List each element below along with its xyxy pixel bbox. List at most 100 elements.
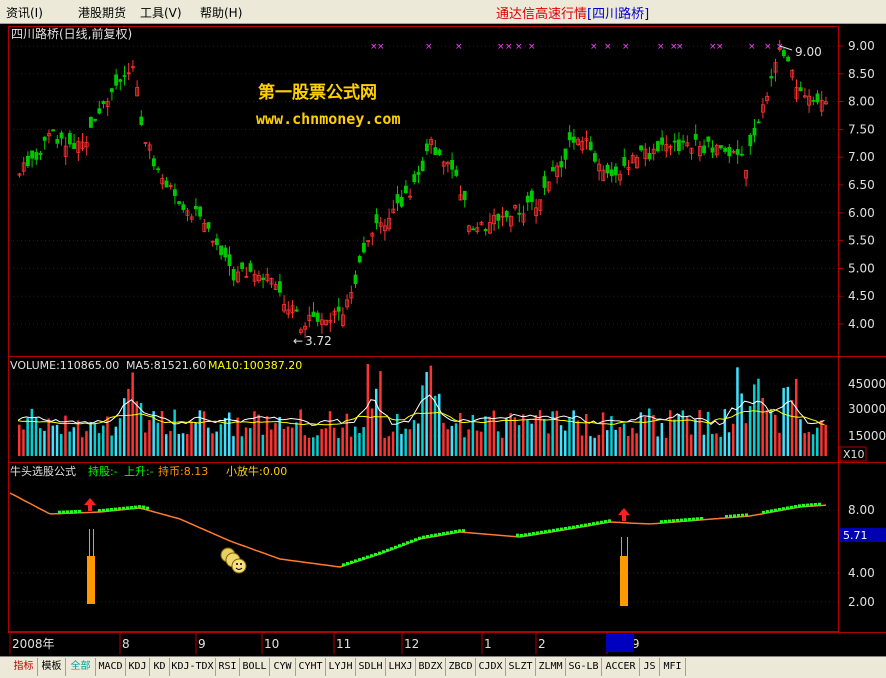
- time-label: 2008年: [12, 637, 55, 651]
- tab-mfi[interactable]: MFI: [660, 658, 686, 676]
- volume-bar: [240, 436, 244, 456]
- menu-hk-futures[interactable]: 港股期货: [78, 4, 126, 21]
- hold-segment-dot: [745, 513, 748, 517]
- menu-help[interactable]: 帮助(H): [200, 4, 242, 21]
- tab-cyw[interactable]: CYW: [270, 658, 296, 676]
- candle-body: [588, 141, 593, 151]
- hold-segment-dot: [438, 532, 441, 536]
- candle-body: [647, 153, 652, 160]
- volume-bar: [404, 428, 407, 456]
- volume-bar: [81, 437, 84, 456]
- hold-segment-dot: [430, 534, 433, 538]
- hold-segment-dot: [370, 554, 373, 558]
- tab-boll[interactable]: BOLL: [240, 658, 270, 676]
- volume-bar: [186, 434, 189, 456]
- volume-bar: [622, 423, 626, 456]
- candle-body: [517, 212, 522, 215]
- hold-segment-dot: [660, 520, 663, 524]
- signal-wick-right-2: [627, 537, 628, 559]
- tab--[interactable]: 指标: [10, 658, 38, 676]
- volume-bar: [72, 427, 76, 456]
- candle-body: [395, 194, 400, 204]
- hold-segment-dot: [74, 510, 77, 514]
- candle-body: [231, 269, 236, 281]
- tab--[interactable]: 模板: [38, 658, 66, 676]
- volume-bar: [102, 425, 105, 456]
- menu-tools[interactable]: 工具(V): [140, 4, 182, 21]
- volume-bar: [165, 434, 168, 456]
- indicator-hold-label: 持股:-: [88, 464, 118, 478]
- candle-body: [403, 185, 408, 194]
- candle-body: [110, 88, 114, 93]
- tab-sdlh[interactable]: SDLH: [356, 658, 386, 676]
- volume-bar: [223, 417, 227, 456]
- time-label: 11: [336, 637, 351, 651]
- hold-segment-dot: [418, 536, 421, 540]
- menu-info[interactable]: 资讯(I): [6, 4, 43, 21]
- tab-rsi[interactable]: RSI: [216, 658, 240, 676]
- hold-segment-dot: [608, 519, 611, 523]
- tab-cyht[interactable]: CYHT: [296, 658, 326, 676]
- candle-body: [30, 150, 35, 159]
- hold-segment-dot: [434, 533, 437, 537]
- volume-bar: [400, 433, 403, 456]
- tab-kd[interactable]: KD: [150, 658, 170, 676]
- candle-body: [563, 148, 568, 160]
- candle-body: [72, 143, 76, 150]
- signal-marker: ×: [497, 42, 505, 52]
- hold-segment-dot: [446, 531, 449, 535]
- hold-segment-dot: [741, 513, 744, 517]
- hold-segment-dot: [342, 563, 345, 567]
- tab-lhxj[interactable]: LHXJ: [386, 658, 416, 676]
- candle-body: [55, 139, 60, 144]
- candle-body: [567, 132, 572, 141]
- candle-body: [471, 228, 476, 231]
- volume-bar: [156, 422, 160, 456]
- hold-segment-dot: [814, 503, 817, 506]
- candle-body: [437, 149, 442, 155]
- tab-macd[interactable]: MACD: [96, 658, 126, 676]
- tab-kdj[interactable]: KDJ: [126, 658, 150, 676]
- tab-bdzx[interactable]: BDZX: [416, 658, 446, 676]
- tab-slzt[interactable]: SLZT: [506, 658, 536, 676]
- volume-bar: [492, 410, 496, 456]
- volume-bar: [534, 414, 538, 456]
- hold-segment-dot: [733, 514, 736, 518]
- volume-bar: [635, 433, 638, 456]
- candle-body: [735, 149, 740, 155]
- price-tick-label: 5.50: [848, 234, 875, 248]
- price-tick-label: 4.00: [848, 317, 875, 331]
- tab-zbcd[interactable]: ZBCD: [446, 658, 476, 676]
- candle-body: [525, 195, 530, 203]
- candle-body: [219, 245, 224, 256]
- candle-body: [719, 145, 723, 149]
- tab-lyjh[interactable]: LYJH: [326, 658, 356, 676]
- candle-body: [38, 152, 43, 155]
- volume-bar: [774, 414, 777, 456]
- candle-body: [693, 133, 698, 140]
- tab-kdj-tdx[interactable]: KDJ-TDX: [170, 658, 216, 676]
- volume-bar: [110, 435, 113, 456]
- signal-wick-left: [89, 529, 90, 559]
- hold-segment-dot: [766, 510, 769, 514]
- tab-cjdx[interactable]: CJDX: [476, 658, 506, 676]
- tab--[interactable]: 全部: [66, 658, 96, 676]
- volume-bar: [580, 435, 584, 456]
- chart-area[interactable]: 9.00 8.50 8.00 7.50 7.00 6.50 6.00 5.50 5.00 4.50…: [0, 24, 886, 656]
- volume-bar: [690, 434, 693, 456]
- tab-zlmm[interactable]: ZLMM: [536, 658, 566, 676]
- tab-sg-lb[interactable]: SG-LB: [566, 658, 602, 676]
- candle-body: [357, 255, 362, 263]
- hold-segment-dot: [78, 509, 81, 513]
- hold-segment-dot: [462, 529, 465, 533]
- indicator-name: 牛头选股公式: [10, 464, 76, 478]
- tab-js[interactable]: JS: [640, 658, 660, 676]
- volume-bar: [459, 413, 462, 456]
- hold-segment-dot: [346, 562, 349, 566]
- tab-accer[interactable]: ACCER: [602, 658, 640, 676]
- hold-segment-dot: [802, 503, 805, 507]
- volume-label: VOLUME:110865.00: [10, 359, 119, 372]
- volume-bar: [438, 393, 441, 456]
- volume-bar: [232, 436, 235, 456]
- time-label: 12: [404, 637, 419, 651]
